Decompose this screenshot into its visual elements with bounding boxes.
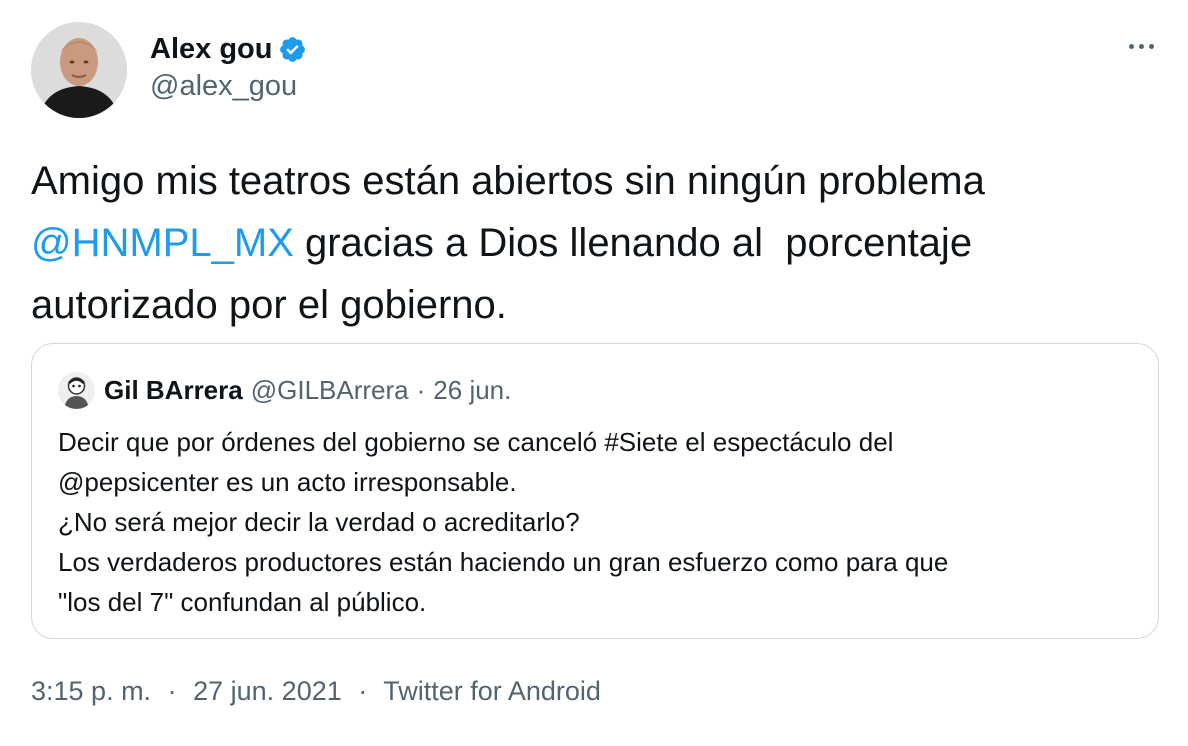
verified-badge-icon	[278, 35, 307, 64]
quoted-text-line: Los verdaderos productores están haciend…	[58, 547, 949, 577]
author-avatar[interactable]	[31, 22, 127, 118]
separator-dot: ·	[358, 676, 368, 706]
tweet-text: Amigo mis teatros están abiertos sin nin…	[31, 150, 1151, 336]
tweet-metadata: 3:15 p. m. · 27 jun. 2021 · Twitter for …	[31, 676, 601, 707]
author-handle[interactable]: @alex_gou	[150, 70, 307, 103]
separator-dot: ·	[167, 676, 177, 706]
quoted-handle: @GILBArrera	[250, 375, 409, 405]
quoted-date: 26 jun.	[433, 375, 512, 405]
tweet-source-link[interactable]: Twitter for Android	[383, 676, 601, 706]
mention-link[interactable]: @HNMPL_MX	[31, 221, 294, 265]
author-block: Alex gou @alex_gou	[150, 30, 307, 103]
quoted-text-line: Decir que por órdenes del gobierno se ca…	[58, 427, 894, 457]
dot	[1128, 43, 1134, 49]
quoted-text-line: "los del 7" confundan al público.	[58, 587, 427, 617]
tweet-text-segment: gracias a Dios llenando al porcentaje	[293, 221, 973, 265]
author-name-row: Alex gou	[150, 30, 307, 68]
quoted-text-line: @pepsicenter es un acto irresponsable.	[58, 467, 517, 497]
quoted-author-avatar	[58, 372, 95, 409]
tweet-text-line: autorizado por el gobierno.	[31, 283, 507, 327]
tweet-card: Alex gou @alex_gou Amigo mis teatros est…	[0, 0, 1188, 746]
dot	[1138, 43, 1144, 49]
tweet-date[interactable]: 27 jun. 2021	[193, 676, 342, 706]
separator-dot: ·	[416, 375, 426, 405]
quoted-tweet[interactable]: Gil BArrera @GILBArrera · 26 jun. Decir …	[31, 343, 1159, 639]
tweet-time[interactable]: 3:15 p. m.	[31, 676, 151, 706]
quoted-tweet-text: Decir que por órdenes del gobierno se ca…	[58, 422, 1138, 622]
tweet-text-line: Amigo mis teatros están abiertos sin nin…	[31, 159, 985, 203]
author-display-name[interactable]: Alex gou	[150, 33, 272, 66]
quoted-display-name: Gil BArrera	[104, 375, 243, 405]
quoted-tweet-header: Gil BArrera @GILBArrera · 26 jun.	[58, 372, 511, 409]
quoted-text-line: ¿No será mejor decir la verdad o acredit…	[58, 507, 580, 537]
tweet-text-line: @HNMPL_MX gracias a Dios llenando al por…	[31, 212, 1151, 274]
dot	[1148, 43, 1154, 49]
more-options-icon[interactable]	[1124, 32, 1158, 60]
